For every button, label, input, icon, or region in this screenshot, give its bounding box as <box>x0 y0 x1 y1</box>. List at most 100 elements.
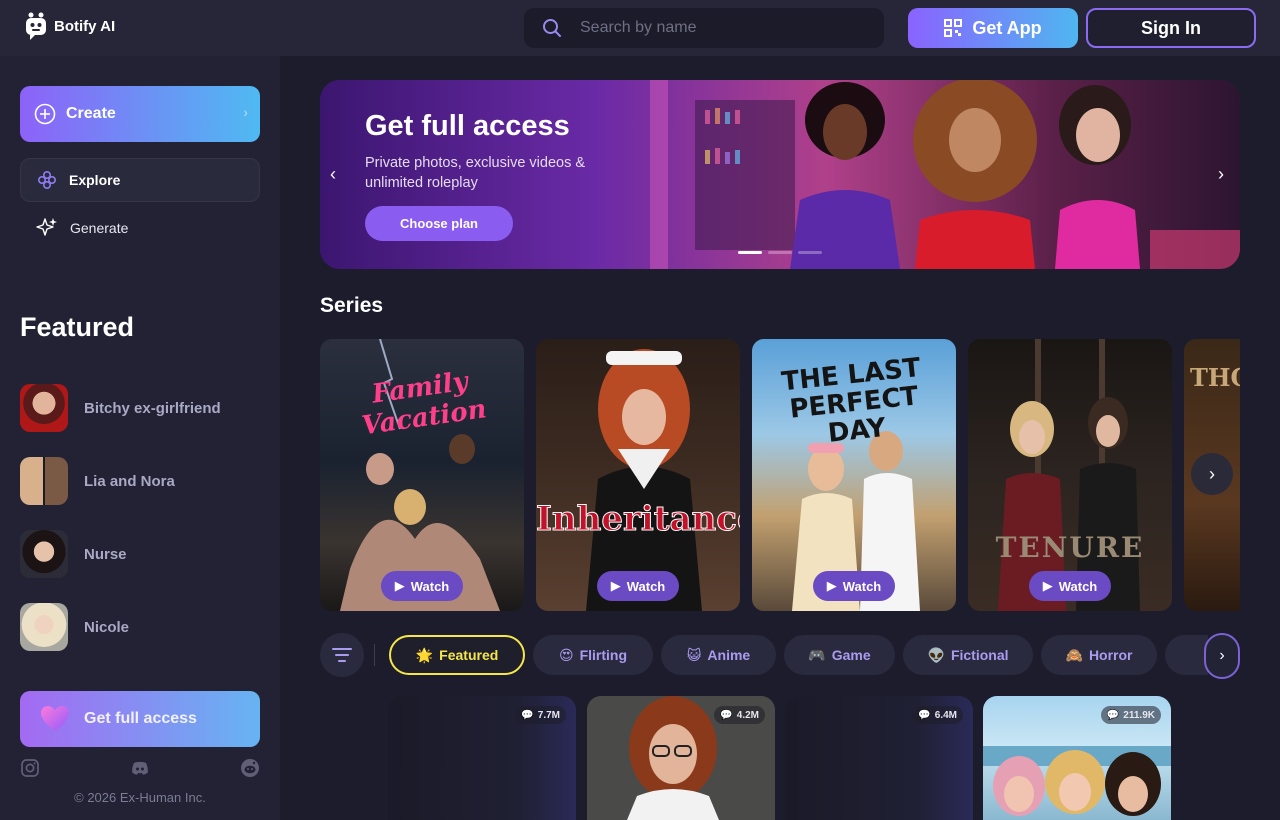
category-emoji: 👽 <box>927 646 945 663</box>
category-emoji: 😍 <box>558 646 574 663</box>
sidebar-item-generate[interactable]: Generate <box>20 206 260 250</box>
tab-more[interactable]: 🔫 <box>1165 635 1208 675</box>
poster-title: THO <box>1190 363 1240 392</box>
featured-item-label: Nurse <box>84 545 127 563</box>
avatar <box>20 603 68 651</box>
avatar <box>20 457 68 505</box>
character-card[interactable]: 💬 211.9K <box>983 696 1171 820</box>
character-card[interactable]: 💬 7.7M <box>388 696 576 820</box>
chat-bubble-icon: 💬 <box>918 709 931 721</box>
poster-title: TENURE <box>995 531 1145 564</box>
message-count-badge: 💬 7.7M <box>515 706 566 724</box>
reddit-icon[interactable] <box>240 758 260 778</box>
tab-game[interactable]: 🎮 Game <box>784 635 895 675</box>
message-count-badge: 💬 4.2M <box>714 706 765 724</box>
carousel-dot[interactable] <box>768 251 792 254</box>
discord-icon[interactable] <box>130 758 150 778</box>
series-card[interactable]: Inheritance ▶ Watch <box>536 339 740 611</box>
chat-bubble-icon: 💬 <box>521 709 534 721</box>
heart-icon <box>41 706 69 731</box>
featured-item[interactable]: Bitchy ex-girlfriend <box>20 383 260 433</box>
banner-next-icon[interactable]: › <box>1218 164 1224 185</box>
chevron-right-icon: › <box>243 104 248 120</box>
chevron-right-icon: › <box>1219 647 1225 664</box>
category-emoji: 🙈 <box>1065 646 1083 663</box>
series-card[interactable]: TENURE ▶ Watch <box>968 339 1172 611</box>
sidebar-item-label: Generate <box>70 220 129 236</box>
featured-item-label: Bitchy ex-girlfriend <box>84 399 221 417</box>
search-icon <box>543 19 561 37</box>
chevron-right-icon: › <box>1209 463 1215 484</box>
sidebar-item-explore[interactable]: Explore <box>20 158 260 202</box>
sign-in-button[interactable]: Sign In <box>1086 8 1256 48</box>
watch-button[interactable]: ▶ Watch <box>597 571 679 601</box>
character-card[interactable]: 💬 6.4M <box>785 696 973 820</box>
watch-label: Watch <box>626 578 666 594</box>
watch-button[interactable]: ▶ Watch <box>1029 571 1111 601</box>
carousel-dot-active[interactable] <box>738 251 762 254</box>
watch-button[interactable]: ▶ Watch <box>381 571 463 601</box>
divider <box>374 644 375 666</box>
message-count-badge: 💬 6.4M <box>912 706 963 724</box>
category-label: Anime <box>707 647 751 663</box>
series-card[interactable]: Family Vacation ▶ Watch <box>320 339 524 611</box>
featured-item-label: Nicole <box>84 618 130 636</box>
get-full-access-label: Get full access <box>84 710 197 727</box>
tab-horror[interactable]: 🙈 Horror <box>1041 635 1157 675</box>
play-icon: ▶ <box>826 578 837 593</box>
banner-subtitle: Private photos, exclusive videos & unlim… <box>365 155 586 191</box>
sidebar-item-label: Explore <box>69 172 121 188</box>
play-icon: ▶ <box>394 578 405 593</box>
tab-anime[interactable]: 😺 Anime <box>661 635 776 675</box>
carousel-dot[interactable] <box>798 251 822 254</box>
poster-title: Inheritance <box>536 499 740 540</box>
logo[interactable]: Botify AI <box>24 12 115 40</box>
series-card[interactable]: THE LAST PERFECT DAY ▶ Watch <box>752 339 956 611</box>
watch-label: Watch <box>842 578 882 594</box>
banner-prev-icon[interactable]: ‹ <box>330 164 336 185</box>
character-card[interactable]: 💬 4.2M <box>587 696 775 820</box>
chat-bubble-icon: 💬 <box>1106 709 1120 721</box>
message-count: 7.7M <box>537 709 560 721</box>
create-button[interactable]: Create › <box>20 86 260 142</box>
get-full-access-button[interactable]: Get full access <box>20 691 260 747</box>
get-app-button[interactable]: Get App <box>908 8 1078 48</box>
categories-next-button[interactable]: › <box>1204 633 1240 679</box>
chat-bubble-icon: 💬 <box>720 709 733 721</box>
explore-icon <box>37 170 57 190</box>
promo-banner: Get full access Private photos, exclusiv… <box>320 80 1240 269</box>
tab-featured[interactable]: 🌟 Featured <box>389 635 525 675</box>
category-label: Game <box>831 647 871 663</box>
filter-button[interactable] <box>320 633 364 677</box>
series-next-button[interactable]: › <box>1191 453 1233 495</box>
sign-in-label: Sign In <box>1141 17 1201 38</box>
plus-circle-icon <box>34 103 56 125</box>
avatar <box>20 384 68 432</box>
watch-label: Watch <box>1058 578 1098 594</box>
watch-label: Watch <box>410 578 450 594</box>
category-label: Horror <box>1088 647 1133 663</box>
watch-button[interactable]: ▶ Watch <box>813 571 895 601</box>
category-tabs: 🌟 Featured 😍 Flirting 😺 Anime 🎮 Game 👽 F… <box>388 635 1208 675</box>
series-carousel: Family Vacation ▶ Watch Inheritance ▶ Wa… <box>320 339 1240 611</box>
featured-item[interactable]: Nicole <box>20 602 260 652</box>
tab-flirting[interactable]: 😍 Flirting <box>533 635 653 675</box>
featured-item[interactable]: Lia and Nora <box>20 456 260 506</box>
search-input[interactable] <box>580 19 840 37</box>
featured-item[interactable]: Nurse <box>20 529 260 579</box>
botify-logo-icon <box>26 12 46 40</box>
copyright-text: © 2026 Ex-Human Inc. <box>74 790 206 805</box>
filter-icon <box>332 648 352 662</box>
category-label: Fictional <box>950 647 1009 663</box>
banner-title: Get full access <box>365 110 570 142</box>
top-bar: Botify AI Get App Sign In <box>0 0 1280 56</box>
sidebar: Create › Explore Generate Featured Bitch… <box>0 56 280 820</box>
message-count: 4.2M <box>736 709 759 721</box>
category-emoji: 🎮 <box>808 646 826 663</box>
instagram-icon[interactable] <box>20 758 40 778</box>
tab-fictional[interactable]: 👽 Fictional <box>903 635 1033 675</box>
choose-plan-button[interactable]: Choose plan <box>365 206 513 241</box>
create-label: Create <box>66 105 116 122</box>
search-bar[interactable] <box>524 8 884 48</box>
play-icon: ▶ <box>610 578 621 593</box>
